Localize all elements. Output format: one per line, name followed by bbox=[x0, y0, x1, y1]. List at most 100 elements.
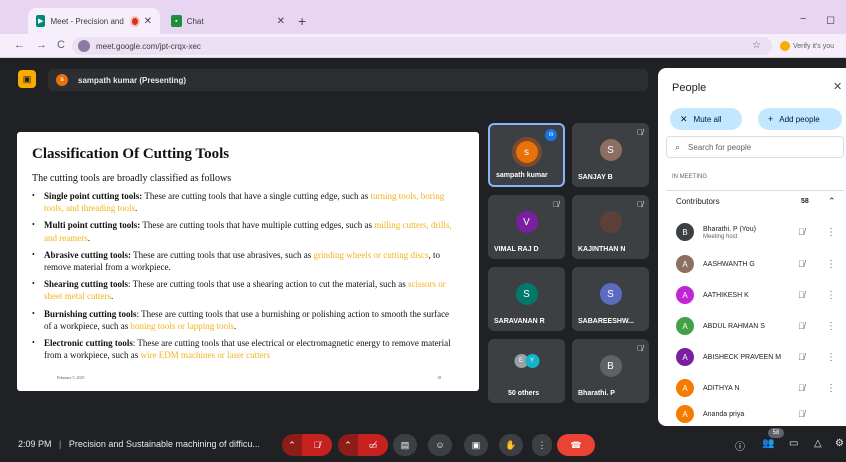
search-input[interactable]: ⌕ Search for people bbox=[666, 136, 844, 158]
avatar: V bbox=[515, 211, 538, 233]
slide-bullet: Burnishing cutting tools: These are cutt… bbox=[32, 308, 452, 332]
camera-options-chevron-icon[interactable]: ⌃ bbox=[338, 434, 358, 456]
site-info-icon[interactable] bbox=[78, 40, 90, 52]
participant-name: sampath kumar bbox=[496, 172, 548, 179]
participant-tile[interactable]: 🎙̸ S SANJAY B bbox=[572, 123, 649, 187]
minimize-icon[interactable]: − bbox=[800, 13, 806, 25]
participant-tile[interactable]: 🎙̸ V VIMAL RAJ D bbox=[488, 195, 565, 259]
clock-time: 2:09 PM bbox=[18, 439, 52, 449]
reload-icon[interactable]: C bbox=[57, 39, 65, 51]
leave-call-button[interactable]: ☎ bbox=[557, 434, 595, 456]
others-tile[interactable]: E Y 50 others bbox=[488, 339, 565, 403]
shared-slide: Classification Of Cutting Tools The cutt… bbox=[17, 132, 479, 391]
mic-off-icon[interactable]: 🎙̸ bbox=[798, 321, 805, 331]
mic-off-icon: 🎙̸ bbox=[553, 200, 559, 209]
address-bar: ← → C meet.google.com/jpt-crqx-xec ☆ Ver… bbox=[0, 34, 846, 58]
presenting-label: sampath kumar (Presenting) bbox=[78, 75, 187, 85]
presentation-icon[interactable]: ▣ bbox=[18, 70, 36, 88]
list-item[interactable]: A Ananda priya 🎙̸ bbox=[666, 402, 844, 426]
mic-off-icon[interactable]: 🎙̸ bbox=[798, 227, 805, 237]
tab-chat-close-icon[interactable]: ✕ bbox=[277, 16, 285, 27]
control-bar: 2:09 PM | Precision and Sustainable mach… bbox=[0, 426, 846, 462]
emoji-button[interactable]: ☺ bbox=[428, 434, 452, 456]
tab-meet[interactable]: ▶ Meet - Precision and Susta ✕ bbox=[28, 8, 160, 34]
participant-name: SARAVANAN R bbox=[494, 318, 545, 325]
participant-name: SANJAY B bbox=[578, 174, 613, 181]
emoji-icon: ☺ bbox=[435, 440, 445, 450]
person-name: ABDUL RAHMAN S bbox=[703, 322, 765, 330]
participant-tile[interactable]: 🎙̸ B Bharathi. P bbox=[572, 339, 649, 403]
mic-off-icon[interactable]: 🎙̸ bbox=[798, 383, 805, 393]
speaking-indicator-icon: ılı bbox=[545, 129, 557, 141]
participant-name: VIMAL RAJ D bbox=[494, 246, 539, 253]
participant-tile[interactable]: S SABAREESHW... bbox=[572, 267, 649, 331]
more-options-icon[interactable]: ⋮ bbox=[826, 352, 836, 363]
host-controls-icon[interactable]: ⚙ bbox=[835, 438, 844, 449]
mic-off-icon[interactable]: 🎙̸ bbox=[798, 259, 805, 269]
participant-name: SABAREESHW... bbox=[578, 318, 635, 325]
mute-all-button[interactable]: ✕ Mute all bbox=[670, 108, 742, 130]
avatar: A bbox=[676, 286, 694, 304]
mic-options-chevron-icon[interactable]: ⌃ bbox=[282, 434, 302, 456]
end-call-icon: ☎ bbox=[570, 439, 582, 450]
captions-button[interactable]: ▤ bbox=[393, 434, 417, 456]
list-item[interactable]: A AASHWANTH G 🎙̸ ⋮ bbox=[666, 250, 844, 278]
more-options-icon[interactable]: ⋮ bbox=[826, 259, 836, 270]
participant-name: Bharathi. P bbox=[578, 390, 615, 397]
mic-off-icon: ✕ bbox=[680, 113, 688, 124]
forward-icon[interactable]: → bbox=[36, 39, 47, 51]
participant-tile[interactable]: 🎙̸ KAJINTHAN N bbox=[572, 195, 649, 259]
list-item[interactable]: A ADITHYA N 🎙̸ ⋮ bbox=[666, 374, 844, 402]
slide-footer-date: February 5, 2025 bbox=[57, 375, 85, 380]
more-options-icon[interactable]: ⋮ bbox=[826, 383, 836, 394]
participant-tile[interactable]: ılı s sampath kumar bbox=[488, 123, 565, 187]
raise-hand-button[interactable]: ✋ bbox=[499, 434, 523, 456]
back-icon[interactable]: ← bbox=[14, 39, 25, 51]
more-options-icon[interactable]: ⋮ bbox=[826, 227, 836, 238]
list-item[interactable]: A AATHIKESH K 🎙̸ ⋮ bbox=[666, 281, 844, 309]
person-name: ABISHECK PRAVEEN M bbox=[703, 353, 782, 361]
avatar: B bbox=[676, 223, 694, 241]
chevron-up-icon[interactable]: ⌃ bbox=[828, 196, 836, 207]
tab-meet-close-icon[interactable]: ✕ bbox=[144, 16, 152, 27]
hand-icon: ✋ bbox=[505, 439, 517, 450]
slide-page-number: 18 bbox=[437, 375, 441, 380]
close-icon[interactable]: ✕ bbox=[833, 80, 842, 93]
present-button[interactable]: ▣ bbox=[464, 434, 488, 456]
contributors-header[interactable]: Contributors 58 ⌃ bbox=[666, 190, 844, 212]
camera-off-icon: ▭̸ bbox=[368, 439, 378, 450]
avatar: A bbox=[676, 405, 694, 423]
verify-profile-button[interactable]: Verify it's you bbox=[780, 39, 834, 53]
list-item[interactable]: A ABDUL RAHMAN S 🎙̸ ⋮ bbox=[666, 312, 844, 340]
mic-toggle-button[interactable]: 🎙̸ bbox=[302, 434, 332, 456]
chat-icon[interactable]: ▭ bbox=[789, 438, 798, 449]
bookmark-star-icon[interactable]: ☆ bbox=[752, 40, 761, 51]
browser-tab-bar: ▶ Meet - Precision and Susta ✕ ▪ Chat ✕ … bbox=[0, 0, 846, 34]
participant-tile[interactable]: S SARAVANAN R bbox=[488, 267, 565, 331]
list-item[interactable]: A ABISHECK PRAVEEN M 🎙̸ ⋮ bbox=[666, 343, 844, 371]
contributors-label: Contributors bbox=[676, 197, 720, 206]
activities-icon[interactable]: △ bbox=[814, 438, 822, 449]
more-options-button[interactable]: ⋮ bbox=[532, 434, 552, 456]
verify-label: Verify it's you bbox=[793, 42, 835, 50]
more-options-icon[interactable]: ⋮ bbox=[826, 290, 836, 301]
tab-chat[interactable]: ▪ Chat ✕ bbox=[163, 8, 293, 34]
new-tab-button[interactable]: + bbox=[298, 13, 306, 29]
presenter-avatar: s bbox=[56, 74, 68, 86]
participant-name: KAJINTHAN N bbox=[578, 246, 626, 253]
add-people-button[interactable]: + Add people bbox=[758, 108, 842, 130]
meeting-info: 2:09 PM | Precision and Sustainable mach… bbox=[18, 439, 260, 449]
camera-toggle-button[interactable]: ▭̸ bbox=[358, 434, 388, 456]
people-panel: People ✕ ✕ Mute all + Add people ⌕ Searc… bbox=[658, 68, 846, 426]
avatar: S bbox=[599, 283, 622, 305]
url-field[interactable]: meet.google.com/jpt-crqx-xec bbox=[72, 37, 772, 55]
mic-off-icon[interactable]: 🎙̸ bbox=[798, 352, 805, 362]
mic-off-icon[interactable]: 🎙̸ bbox=[798, 409, 805, 419]
list-item[interactable]: B Bharathi. P (You) Meeting host 🎙̸ ⋮ bbox=[666, 218, 844, 246]
mic-off-icon[interactable]: 🎙̸ bbox=[798, 290, 805, 300]
info-icon[interactable]: ⓘ bbox=[735, 438, 745, 453]
people-icon[interactable]: 👥 bbox=[762, 438, 774, 449]
avatar: S bbox=[515, 283, 538, 305]
restore-icon[interactable]: ◻ bbox=[826, 13, 835, 26]
more-options-icon[interactable]: ⋮ bbox=[826, 321, 836, 332]
